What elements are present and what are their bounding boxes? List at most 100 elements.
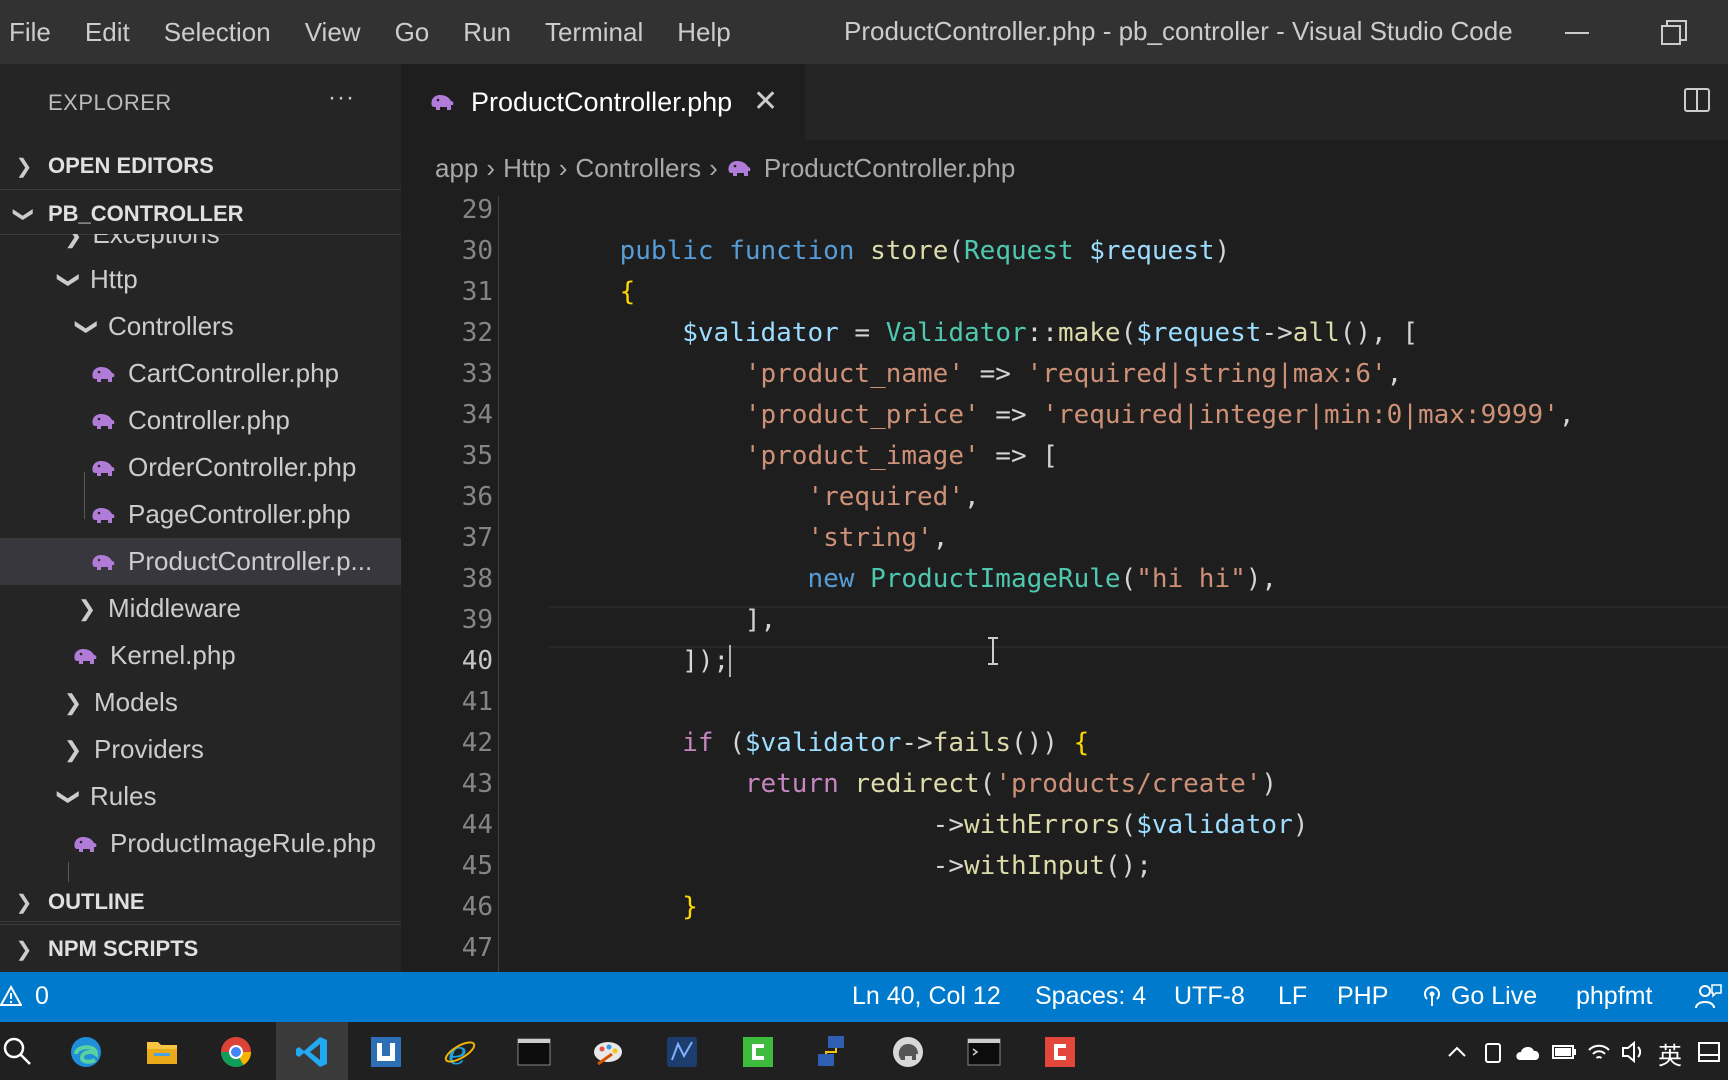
tab-productcontroller[interactable]: ProductController.php ✕ [401,64,805,140]
code-line[interactable]: 31 { [401,272,1728,313]
menu-run[interactable]: Run [446,17,528,48]
code-line[interactable]: 30 public function store(Request $reques… [401,231,1728,272]
tree-file-pagecontroller[interactable]: PageController.php [0,491,401,538]
cursor-position[interactable]: Ln 40, Col 12 [852,982,1001,1011]
code-text: new ProductImageRule("hi hi"), [807,564,1278,594]
notification-icon[interactable] [1696,1034,1722,1070]
breadcrumb-file[interactable]: ProductController.php [764,153,1015,184]
encoding[interactable]: UTF-8 [1174,982,1245,1011]
restore-icon[interactable] [1659,18,1689,48]
indentation[interactable]: Spaces: 4 [1035,982,1146,1011]
wifi-icon[interactable] [1586,1034,1612,1070]
breadcrumb-controllers[interactable]: Controllers [575,153,701,184]
menu-selection[interactable]: Selection [147,17,288,48]
tree-file-productcontroller[interactable]: ProductController.p... [0,538,401,585]
code-line[interactable]: 33 'product_name' => 'required|string|ma… [401,354,1728,395]
tree-folder-middleware[interactable]: ❯ Middleware [0,585,401,632]
feedback-icon[interactable] [1694,982,1722,1010]
tree-item-exceptions[interactable]: ❯ Exceptions [0,234,401,250]
code-line[interactable]: 32 $validator = Validator::make($request… [401,313,1728,354]
tree-item-label: Controller.php [128,405,290,435]
terminal-icon[interactable] [516,1034,552,1070]
more-actions-icon[interactable]: ··· [328,84,355,112]
code-line[interactable]: 38 new ProductImageRule("hi hi"), [401,559,1728,600]
menu-edit[interactable]: Edit [68,17,147,48]
section-project[interactable]: ❯ PB_CONTROLLER [0,192,401,236]
chrome-icon[interactable] [218,1034,254,1070]
tree-file-cartcontroller[interactable]: CartController.php [0,350,401,397]
code-line[interactable]: 42 if ($validator->fails()) { [401,723,1728,764]
chevron-up-icon[interactable] [1446,1034,1468,1070]
line-ending[interactable]: LF [1278,982,1307,1011]
menu-go[interactable]: Go [378,17,447,48]
code-line[interactable]: 43 return redirect('products/create') [401,764,1728,805]
code-line[interactable]: 44 ->withErrors($validator) [401,805,1728,846]
code-line[interactable]: 29 [401,196,1728,231]
code-line[interactable]: 34 'product_price' => 'required|integer|… [401,395,1728,436]
green-app-icon[interactable] [740,1034,776,1070]
php-icon[interactable] [890,1034,926,1070]
tree-file-productimagerule[interactable]: ProductImageRule.php [0,820,401,867]
minimize-icon[interactable] [1562,18,1592,48]
code-text: { [619,277,636,307]
tree-folder-http[interactable]: ❯ Http [0,256,401,303]
taskbar: e 英 [0,1022,1728,1080]
internet-explorer-icon[interactable]: e [442,1034,478,1070]
section-outline[interactable]: ❯ OUTLINE [0,880,401,924]
network-tool-icon[interactable] [814,1034,850,1070]
network-icon[interactable] [664,1034,700,1070]
volume-icon[interactable] [1620,1034,1646,1070]
tab-label: ProductController.php [471,86,733,117]
tree-folder-controllers[interactable]: ❯ Controllers [0,303,401,350]
menu-help[interactable]: Help [660,17,747,48]
code-line[interactable]: 45 ->withInput(); [401,846,1728,887]
menu-view[interactable]: View [288,17,378,48]
line-number: 41 [461,687,493,717]
edge-icon[interactable] [68,1034,104,1070]
paint-icon[interactable] [590,1034,626,1070]
tree-file-controller[interactable]: Controller.php [0,397,401,444]
device-icon[interactable] [1480,1034,1506,1070]
menu-terminal[interactable]: Terminal [528,17,660,48]
tree-folder-rules[interactable]: ❯ Rules [0,773,401,820]
formatter[interactable]: phpfmt [1576,982,1652,1011]
warning-icon [0,984,23,1006]
code-line[interactable]: 36 'required', [401,477,1728,518]
close-icon[interactable]: ✕ [753,84,778,119]
battery-icon[interactable] [1550,1034,1578,1070]
code-line[interactable]: 47 [401,928,1728,969]
tree-file-ordercontroller[interactable]: OrderController.php [0,444,401,491]
problems-indicator[interactable]: 0 [0,982,49,1011]
split-editor-icon[interactable] [1683,86,1711,114]
breadcrumb-http[interactable]: Http [503,153,551,184]
ime-indicator[interactable]: 英 [1658,1036,1682,1071]
red-app-icon[interactable] [1042,1034,1078,1070]
line-number: 47 [461,933,493,963]
file-explorer-icon[interactable] [144,1034,180,1070]
cloud-icon[interactable] [1514,1034,1542,1070]
section-open-editors[interactable]: ❯ OPEN EDITORS [0,144,401,188]
code-line[interactable]: 41 [401,682,1728,723]
code-line[interactable]: 37 'string', [401,518,1728,559]
language-mode[interactable]: PHP [1337,982,1388,1011]
code-line[interactable]: 35 'product_image' => [ [401,436,1728,477]
tree-file-kernel[interactable]: Kernel.php [0,632,401,679]
tree-folder-models[interactable]: ❯ Models [0,679,401,726]
line-number: 45 [461,851,493,881]
search-icon[interactable] [0,1034,36,1070]
go-live-button[interactable]: Go Live [1420,982,1537,1011]
menu-file[interactable]: File [0,17,68,48]
code-line[interactable]: 39 ], [401,600,1728,641]
code-text: ]); [557,646,730,676]
app-icon[interactable] [368,1034,404,1070]
code-line[interactable]: 46 } [401,887,1728,928]
tree-folder-providers[interactable]: ❯ Providers [0,726,401,773]
tree-item-label: Exceptions [92,234,220,249]
code-editor[interactable]: 29 30 public function store(Request $requ… [401,196,1728,972]
code-line[interactable]: 40 ]); [401,641,1728,682]
section-npm-scripts[interactable]: ❯ NPM SCRIPTS [0,927,401,971]
divider [0,924,401,925]
vscode-icon[interactable] [294,1034,330,1070]
breadcrumb-app[interactable]: app [435,153,478,184]
cmd-icon[interactable] [966,1034,1002,1070]
